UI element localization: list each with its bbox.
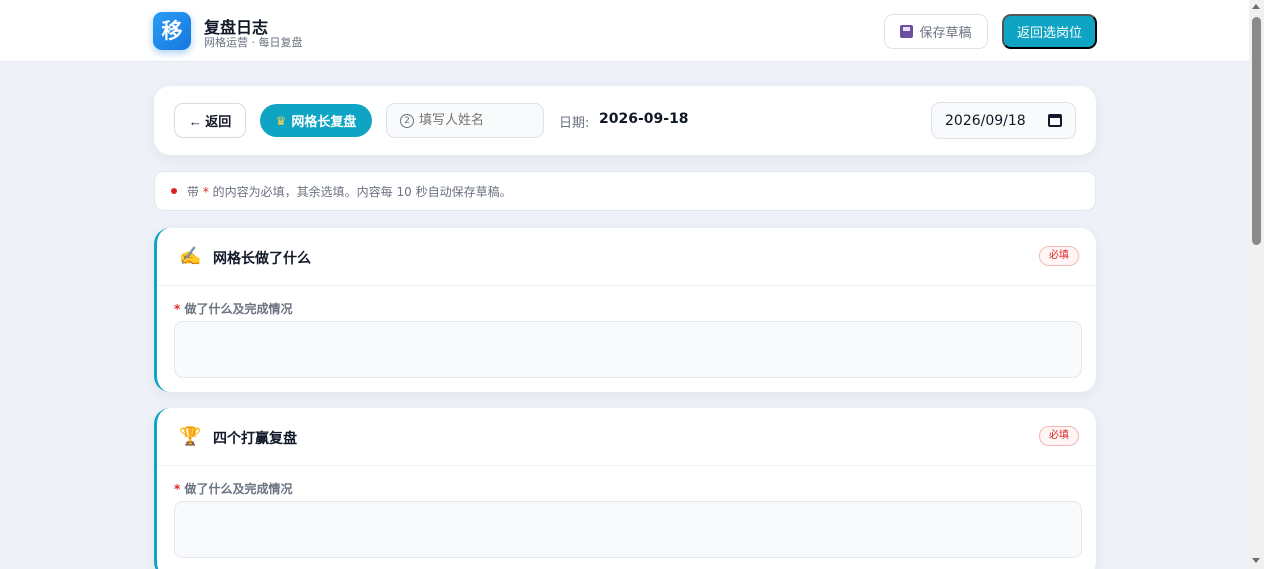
back-button[interactable]: ← 返回	[174, 103, 246, 138]
scroll-thumb[interactable]	[1252, 17, 1261, 245]
return-select-position-button[interactable]: 返回选岗位	[1002, 14, 1097, 49]
role-label: 网格长复盘	[291, 115, 357, 130]
save-draft-label: 保存草稿	[919, 25, 972, 40]
work-done-textarea[interactable]	[174, 321, 1082, 378]
notice-text: 带 * 的内容为必填，其余选填。内容每 10 秒自动保存草稿。	[187, 184, 512, 199]
required-badge: 必填	[1039, 426, 1079, 446]
role-pill[interactable]: ♛ 网格长复盘	[260, 104, 372, 137]
trophy-icon: 🏆	[179, 426, 202, 447]
date-label: 日期:	[559, 116, 590, 131]
section-header: 🏆 四个打赢复盘 必填	[157, 408, 1096, 466]
save-draft-button[interactable]: 保存草稿	[884, 14, 988, 49]
writing-hand-icon: ✍️	[179, 246, 202, 267]
section-four-wins: 🏆 四个打赢复盘 必填 * 做了什么及完成情况	[154, 408, 1096, 569]
scroll-up-icon[interactable]	[1252, 4, 1260, 9]
work-done-textarea[interactable]	[174, 501, 1082, 558]
section-header: ✍️ 网格长做了什么 必填	[157, 228, 1096, 286]
calendar-icon[interactable]	[1048, 114, 1062, 127]
date-value: 2026-09-18	[599, 111, 689, 127]
required-badge: 必填	[1039, 246, 1079, 266]
review-toolbar: ← 返回 ♛ 网格长复盘 2 日期: 2026-09-18 2026/09/18	[154, 86, 1096, 155]
page-scrollbar[interactable]	[1249, 0, 1264, 569]
section-title: 网格长做了什么	[213, 251, 311, 267]
crown-icon: ♛	[275, 113, 287, 128]
field-label: * 做了什么及完成情况	[174, 482, 293, 496]
date-picker[interactable]: 2026/09/18	[931, 102, 1076, 139]
app-logo: 移	[153, 12, 191, 50]
top-bar: 移 复盘日志 网格运营 · 每日复盘 保存草稿 返回选岗位	[0, 0, 1249, 62]
name-icon: 2	[400, 114, 414, 128]
notice-dot	[171, 188, 177, 194]
field-label: * 做了什么及完成情况	[174, 302, 293, 316]
date-picker-value: 2026/09/18	[945, 112, 1026, 129]
app-subtitle: 网格运营 · 每日复盘	[204, 36, 303, 49]
notice-banner: 带 * 的内容为必填，其余选填。内容每 10 秒自动保存草稿。	[154, 171, 1096, 211]
section-title: 四个打赢复盘	[213, 431, 297, 447]
floppy-disk-icon	[900, 25, 914, 38]
scroll-down-icon[interactable]	[1252, 558, 1260, 563]
section-grid-leader: ✍️ 网格长做了什么 必填 * 做了什么及完成情况	[154, 228, 1096, 392]
